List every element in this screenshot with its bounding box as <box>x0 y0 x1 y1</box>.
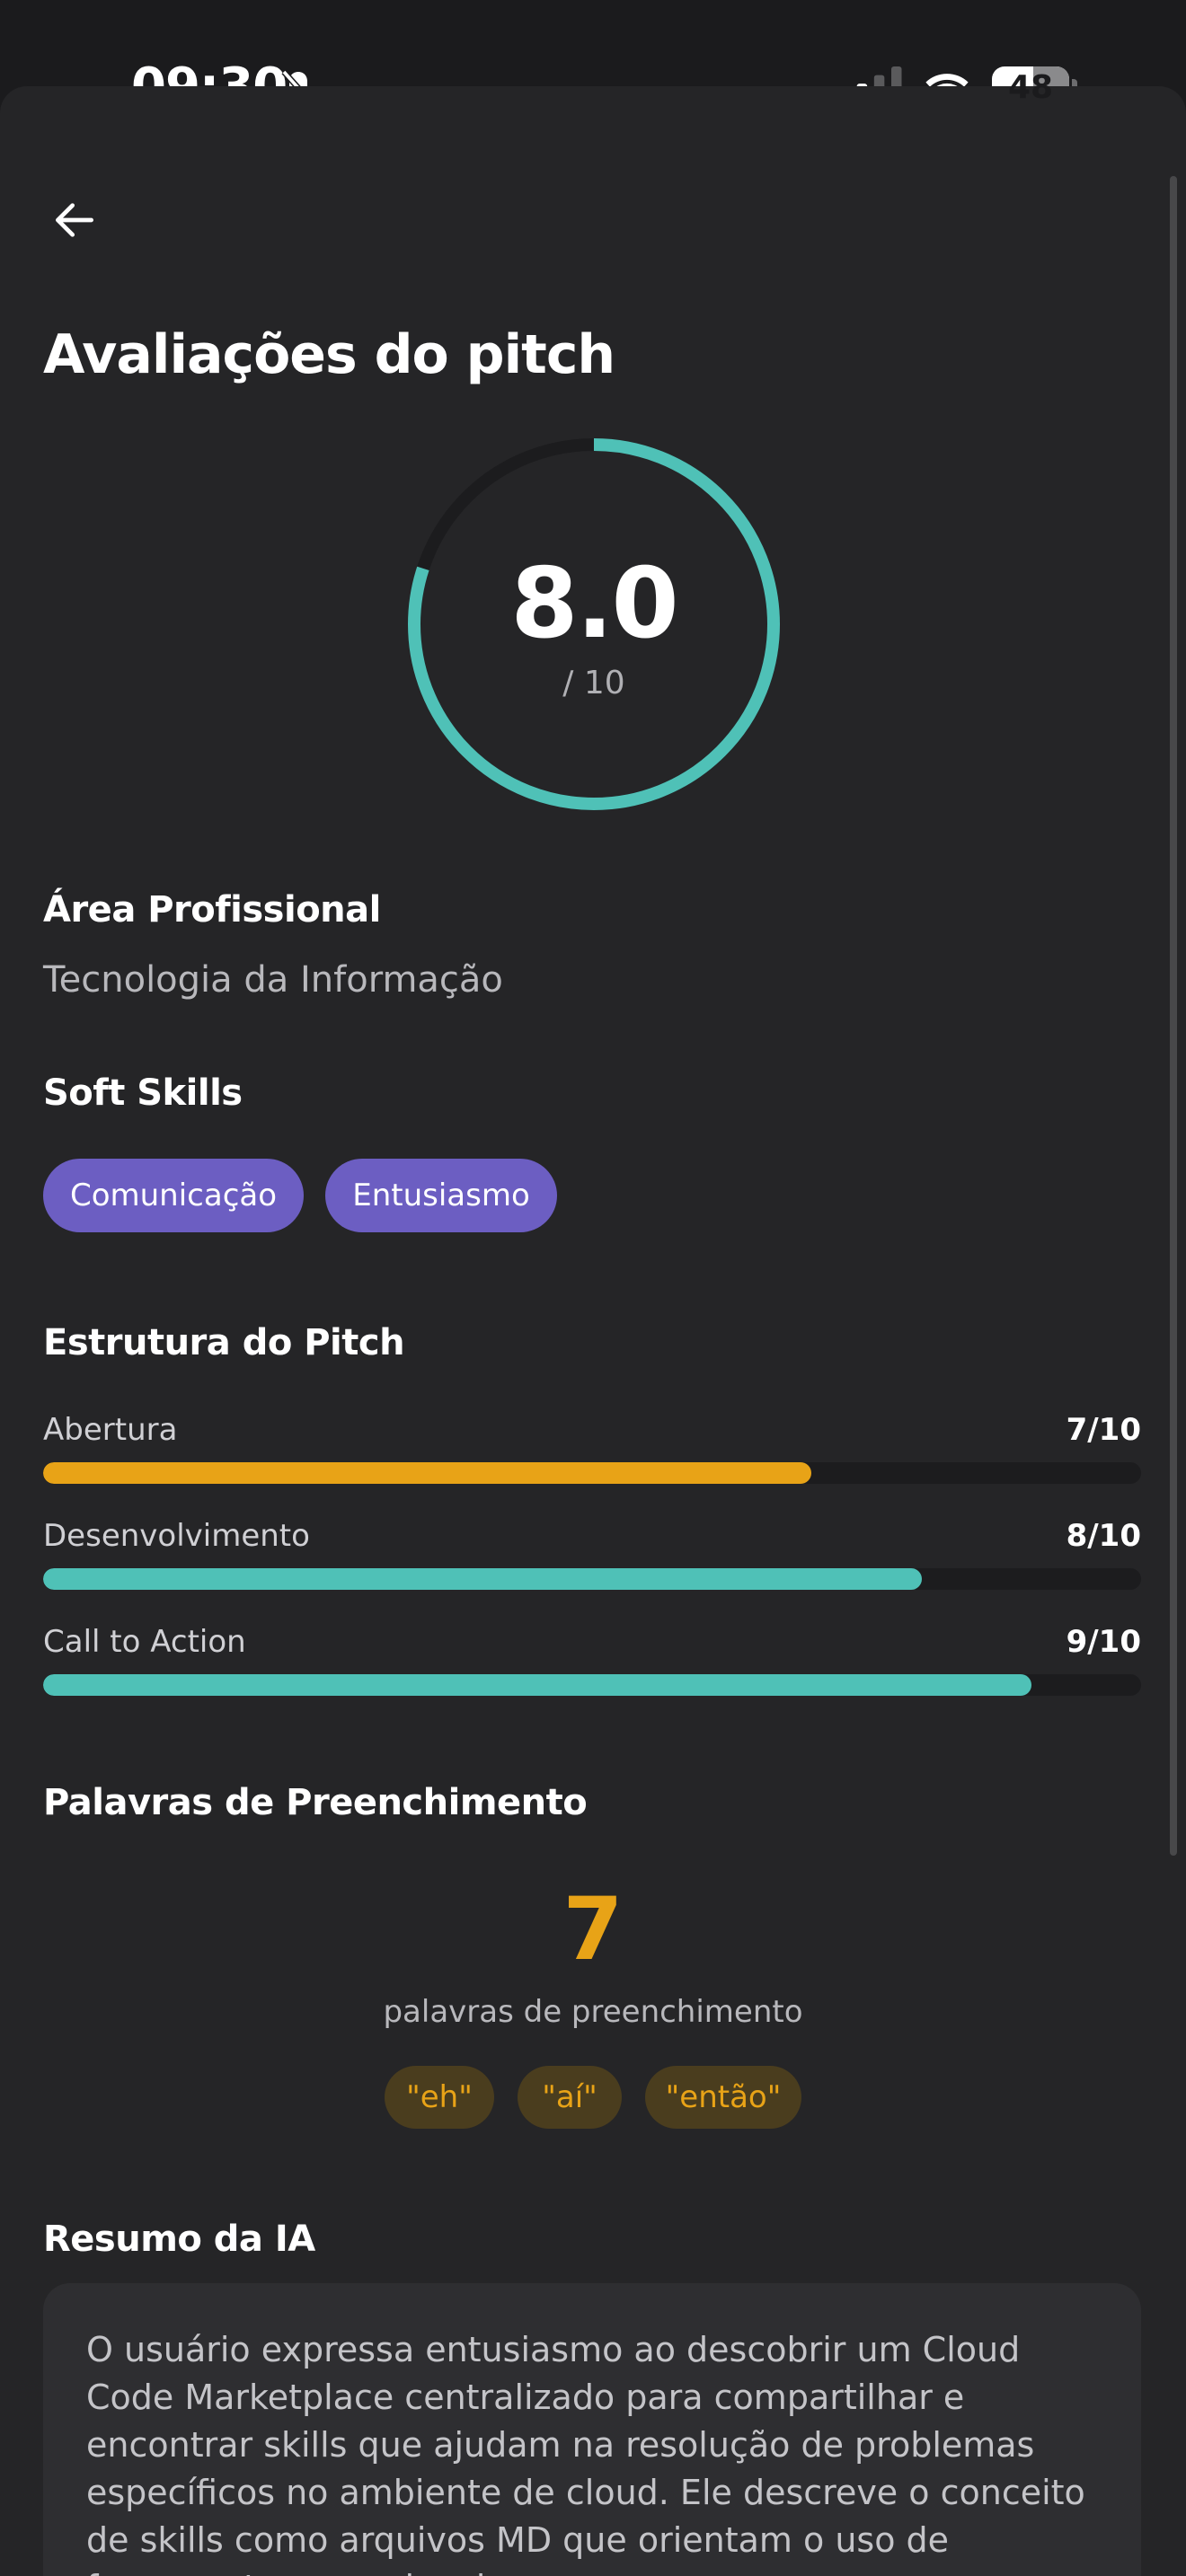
filler-words-title: Palavras de Preenchimento <box>43 1782 588 1823</box>
filler-words-count: 7 <box>562 1879 624 1980</box>
back-button[interactable] <box>47 192 102 248</box>
filler-word-chip: "aí" <box>518 2066 622 2129</box>
structure-label-cta: Call to Action <box>43 1624 246 1660</box>
page-title: Avaliações do pitch <box>43 323 615 386</box>
structure-score-development: 8/10 <box>1066 1518 1141 1554</box>
professional-area-title: Área Profissional <box>43 889 381 931</box>
soft-skill-chip: Entusiasmo <box>325 1159 557 1232</box>
structure-label-development: Desenvolvimento <box>43 1518 310 1554</box>
score-value: 8.0 <box>510 548 678 660</box>
structure-bar-fill <box>43 1568 922 1590</box>
battery-level: 48 <box>1007 68 1054 106</box>
ai-summary-text: O usuário expressa entusiasmo ao descobr… <box>86 2330 1085 2576</box>
structure-bar-development <box>43 1568 1141 1590</box>
filler-words-caption: palavras de preenchimento <box>383 1994 803 2030</box>
structure-score-opening: 7/10 <box>1066 1412 1141 1448</box>
soft-skill-chip: Comunicação <box>43 1159 304 1232</box>
professional-area-value: Tecnologia da Informação <box>43 959 503 1001</box>
filler-word-chip: "eh" <box>385 2066 494 2129</box>
pitch-structure-title: Estrutura do Pitch <box>43 1322 405 1363</box>
scrollbar[interactable] <box>1170 176 1177 1856</box>
structure-score-cta: 9/10 <box>1066 1624 1141 1660</box>
score-max: / 10 <box>562 665 625 701</box>
status-bar: 09:30 48 <box>0 0 1186 116</box>
structure-bar-opening <box>43 1462 1141 1484</box>
ai-summary-title: Resumo da IA <box>43 2219 315 2260</box>
soft-skills-title: Soft Skills <box>43 1072 243 1114</box>
structure-bar-fill <box>43 1674 1031 1696</box>
filler-word-chip: "então" <box>645 2066 801 2129</box>
arrow-left-icon <box>55 203 93 237</box>
structure-bar-cta <box>43 1674 1141 1696</box>
structure-bar-fill <box>43 1462 812 1484</box>
structure-label-opening: Abertura <box>43 1412 178 1448</box>
